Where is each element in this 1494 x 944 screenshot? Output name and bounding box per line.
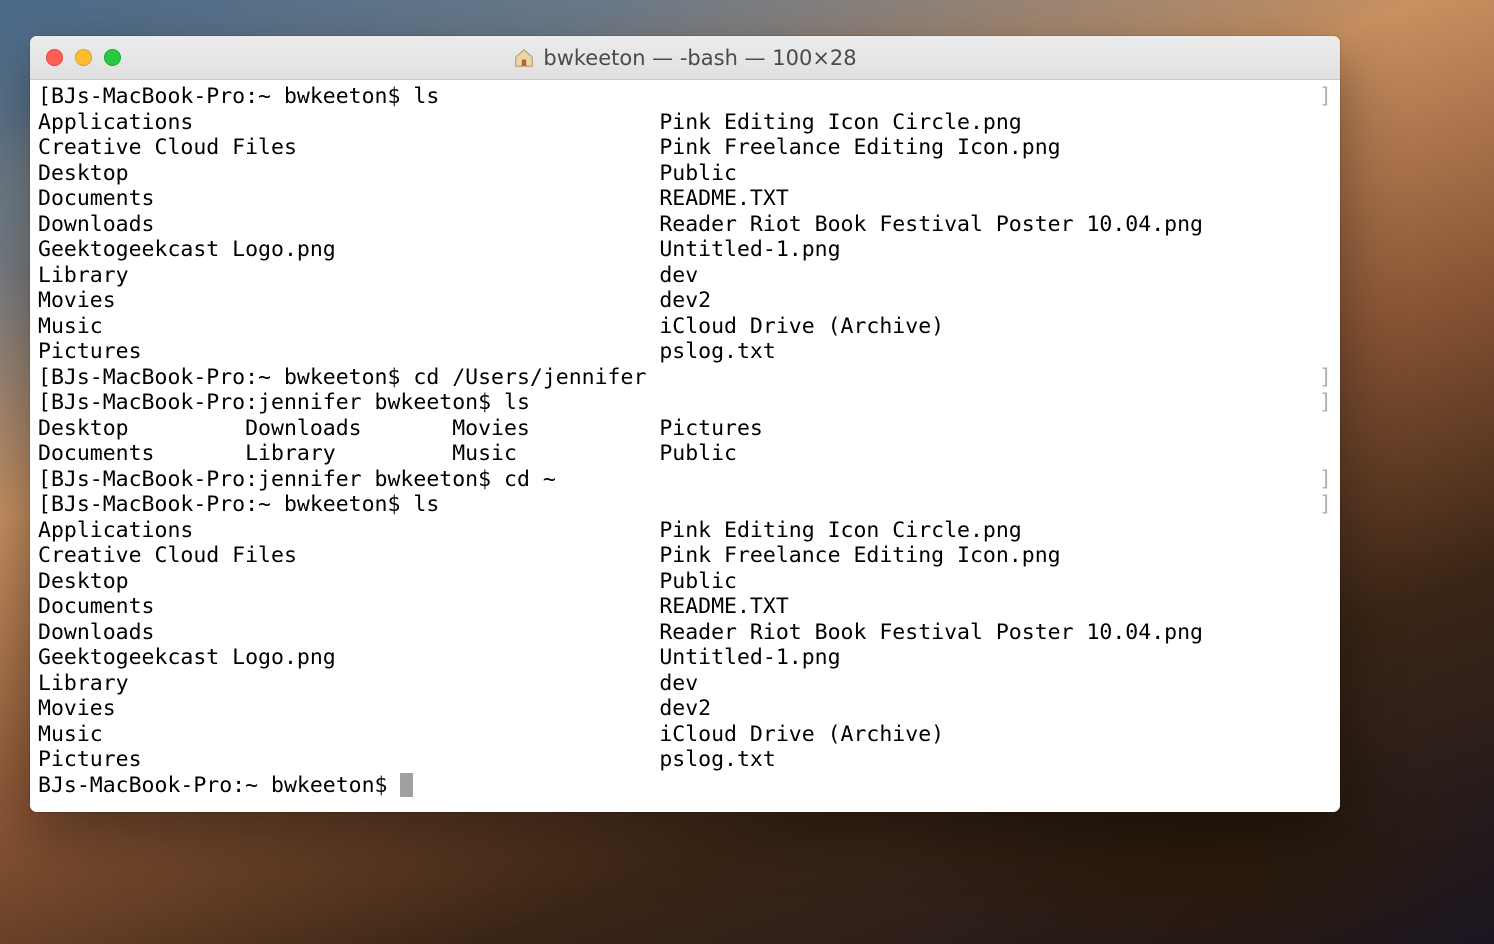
command-text: ls [413, 492, 439, 517]
ls-output-row: Music iCloud Drive (Archive) [38, 722, 1332, 748]
ls-output-row: Desktop Public [38, 569, 1332, 595]
ls-output-row: Downloads Reader Riot Book Festival Post… [38, 212, 1332, 238]
command-text: cd /Users/jennifer [413, 365, 646, 390]
traffic-lights [46, 49, 121, 66]
ls-output-row: Creative Cloud Files Pink Freelance Edit… [38, 135, 1332, 161]
ls-output-row: Downloads Reader Riot Book Festival Post… [38, 620, 1332, 646]
zoom-button[interactable] [104, 49, 121, 66]
terminal-window: bwkeeton — -bash — 100×28 [BJs-MacBook-P… [30, 36, 1340, 812]
home-icon [513, 47, 535, 69]
ls-output-row: Documents Library Music Public [38, 441, 1332, 467]
close-button[interactable] [46, 49, 63, 66]
right-bracket: ] [1319, 365, 1332, 391]
ls-output-row: Creative Cloud Files Pink Freelance Edit… [38, 543, 1332, 569]
command-text: ls [413, 84, 439, 109]
right-bracket: ] [1319, 467, 1332, 493]
ls-output-row: Documents README.TXT [38, 594, 1332, 620]
terminal-line: [BJs-MacBook-Pro:~ bwkeeton$ cd /Users/j… [38, 365, 1332, 391]
ls-output-row: Documents README.TXT [38, 186, 1332, 212]
ls-output-row: Desktop Public [38, 161, 1332, 187]
prompt-text: BJs-MacBook-Pro:~ bwkeeton$ [38, 773, 400, 798]
ls-output-row: Music iCloud Drive (Archive) [38, 314, 1332, 340]
ls-output-row: Applications Pink Editing Icon Circle.pn… [38, 518, 1332, 544]
ls-output-row: Pictures pslog.txt [38, 747, 1332, 773]
prompt-text: [BJs-MacBook-Pro:~ bwkeeton$ [38, 492, 413, 517]
title-wrap: bwkeeton — -bash — 100×28 [30, 46, 1340, 70]
command-text: ls [504, 390, 530, 415]
terminal-line: [BJs-MacBook-Pro:jennifer bwkeeton$ cd ~… [38, 467, 1332, 493]
ls-output-row: Geektogeekcast Logo.png Untitled-1.png [38, 237, 1332, 263]
ls-output-row: Pictures pslog.txt [38, 339, 1332, 365]
prompt-text: [BJs-MacBook-Pro:jennifer bwkeeton$ [38, 467, 504, 492]
terminal-line: [BJs-MacBook-Pro:~ bwkeeton$ ls] [38, 84, 1332, 110]
terminal-line: [BJs-MacBook-Pro:~ bwkeeton$ ls] [38, 492, 1332, 518]
ls-output-row: Movies dev2 [38, 696, 1332, 722]
right-bracket: ] [1319, 84, 1332, 110]
window-title: bwkeeton — -bash — 100×28 [543, 46, 856, 70]
terminal-line: [BJs-MacBook-Pro:jennifer bwkeeton$ ls] [38, 390, 1332, 416]
ls-output-row: Library dev [38, 671, 1332, 697]
ls-output-row: Library dev [38, 263, 1332, 289]
command-text: cd ~ [504, 467, 556, 492]
right-bracket: ] [1319, 492, 1332, 518]
ls-output-row: Geektogeekcast Logo.png Untitled-1.png [38, 645, 1332, 671]
right-bracket: ] [1319, 390, 1332, 416]
prompt-text: [BJs-MacBook-Pro:jennifer bwkeeton$ [38, 390, 504, 415]
ls-output-row: Applications Pink Editing Icon Circle.pn… [38, 110, 1332, 136]
prompt-text: [BJs-MacBook-Pro:~ bwkeeton$ [38, 365, 413, 390]
terminal-line: BJs-MacBook-Pro:~ bwkeeton$ [38, 773, 1332, 799]
terminal-body[interactable]: [BJs-MacBook-Pro:~ bwkeeton$ ls]Applicat… [30, 80, 1340, 812]
cursor [400, 773, 413, 797]
minimize-button[interactable] [75, 49, 92, 66]
ls-output-row: Movies dev2 [38, 288, 1332, 314]
window-titlebar[interactable]: bwkeeton — -bash — 100×28 [30, 36, 1340, 80]
ls-output-row: Desktop Downloads Movies Pictures [38, 416, 1332, 442]
prompt-text: [BJs-MacBook-Pro:~ bwkeeton$ [38, 84, 413, 109]
